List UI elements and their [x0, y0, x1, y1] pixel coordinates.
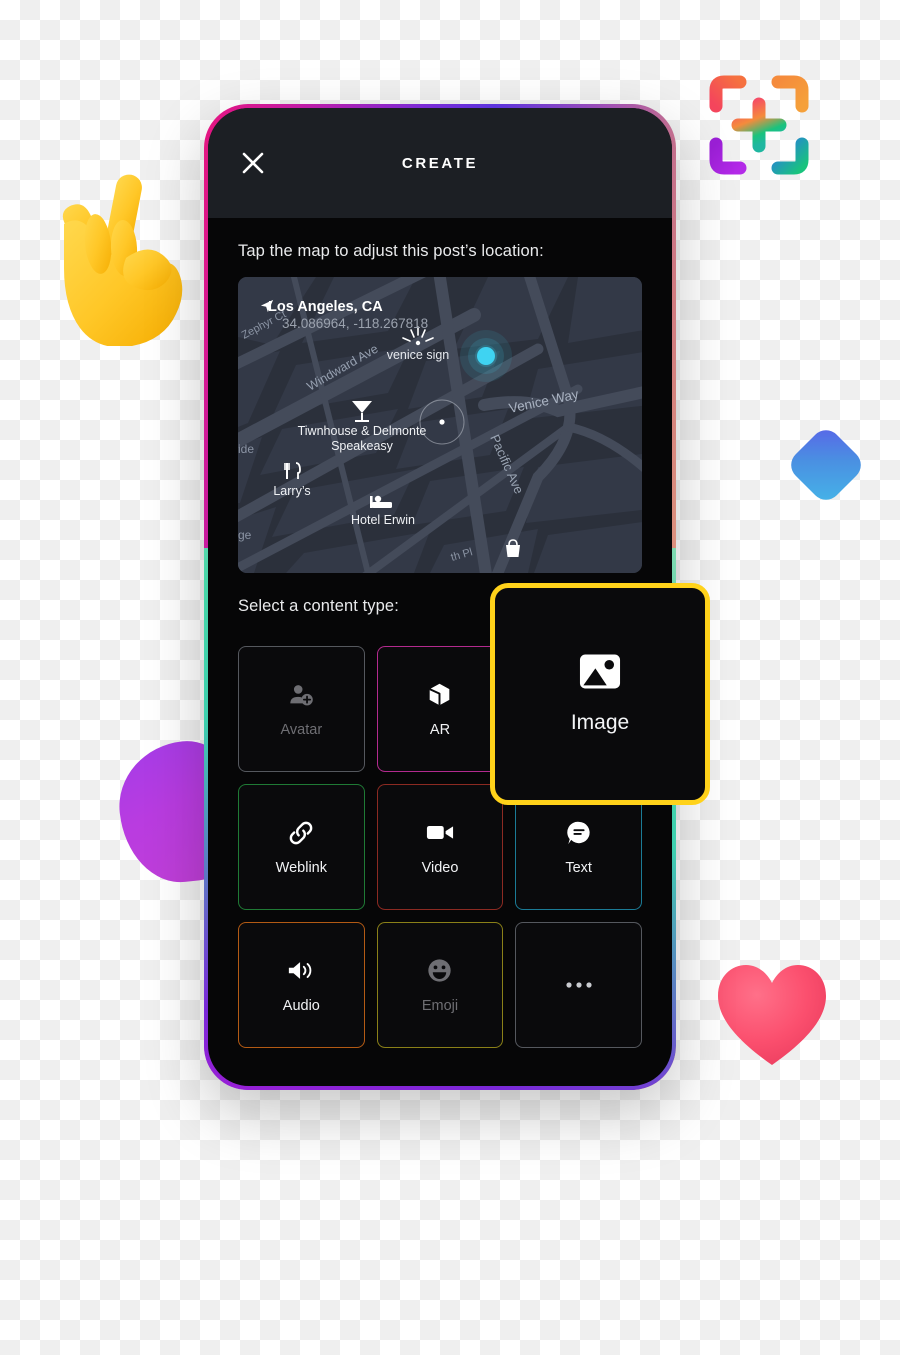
content-tile-label: Video	[421, 859, 459, 876]
svg-text:ge: ge	[238, 528, 252, 542]
map-location-label: Los Angeles, CA 34.086964, -118.267818	[260, 299, 428, 331]
content-tile-label: Avatar	[280, 721, 323, 738]
heart-emoji	[716, 963, 828, 1067]
map-place-row: Los Angeles, CA	[260, 299, 428, 315]
content-tile-video[interactable]: Video	[376, 784, 504, 910]
svg-text:Larry’s: Larry’s	[273, 484, 310, 498]
content-tile-audio[interactable]: Audio	[238, 922, 365, 1048]
content-tile-avatar[interactable]: Avatar	[238, 646, 365, 772]
speaker-icon	[287, 957, 315, 985]
content-tile-label: AR	[429, 721, 451, 738]
image-icon	[578, 653, 622, 689]
close-icon[interactable]	[238, 148, 268, 178]
app-header: CREATE	[208, 108, 672, 218]
svg-text:Speakeasy: Speakeasy	[331, 439, 394, 453]
content-tile-label: Text	[565, 859, 592, 876]
content-tile-label: Audio	[282, 997, 320, 1014]
highlighted-tile-label: Image	[570, 711, 630, 734]
blue-diamond-shape	[784, 423, 868, 507]
smiley-icon	[426, 957, 454, 985]
content-tile-more[interactable]	[515, 922, 642, 1048]
more-dots-icon	[565, 971, 593, 999]
page-title: CREATE	[401, 154, 479, 172]
svg-text:Tiwnhouse & Delmonte: Tiwnhouse & Delmonte	[298, 424, 427, 438]
video-camera-icon	[426, 819, 454, 847]
content-tile-ar[interactable]: AR	[376, 646, 504, 772]
svg-text:ide: ide	[238, 442, 254, 456]
cube-3d-icon	[426, 681, 454, 709]
link-icon	[287, 819, 315, 847]
content-tile-label: Emoji	[421, 997, 459, 1014]
map-coordinates: 34.086964, -118.267818	[282, 316, 429, 331]
map-prompt-label: Tap the map to adjust this post’s locati…	[238, 242, 544, 260]
content-tile-emoji[interactable]: Emoji	[376, 922, 504, 1048]
content-tile-weblink[interactable]: Weblink	[238, 784, 365, 910]
svg-text:venice sign: venice sign	[387, 348, 450, 362]
rock-on-hand-emoji	[48, 168, 188, 348]
map-place-name: Los Angeles, CA	[268, 299, 383, 315]
add-person-icon	[287, 681, 315, 709]
content-tile-label: Weblink	[275, 859, 327, 876]
location-map[interactable]: Zephyr Ct Windward Ave Venice Way Pacifi…	[238, 277, 642, 573]
capture-plus-icon	[700, 66, 818, 184]
svg-text:Hotel Erwin: Hotel Erwin	[351, 513, 415, 527]
highlighted-image-tile[interactable]: Image	[490, 583, 710, 805]
speech-bubble-icon	[565, 819, 593, 847]
